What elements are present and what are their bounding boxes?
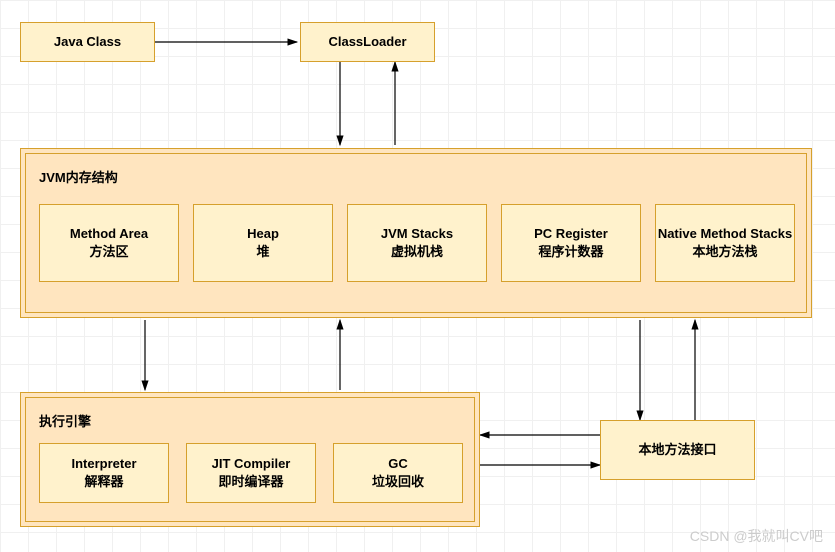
node-gc: GC 垃圾回收 — [333, 443, 463, 503]
jvm-memory-title: JVM内存结构 — [39, 167, 118, 186]
node-native-stacks: Native Method Stacks 本地方法栈 — [655, 204, 795, 282]
node-java-class: Java Class — [20, 22, 155, 62]
native-interface-label: 本地方法接口 — [638, 441, 716, 459]
jit-en: JIT Compiler — [212, 455, 291, 473]
node-pc-register: PC Register 程序计数器 — [501, 204, 641, 282]
container-jvm-memory: JVM内存结构 Method Area 方法区 Heap 堆 JVM Stack… — [20, 148, 812, 318]
pc-register-en: PC Register — [534, 225, 608, 243]
native-stacks-en: Native Method Stacks — [658, 225, 792, 243]
jit-zh: 即时编译器 — [218, 473, 283, 491]
node-jvm-stacks: JVM Stacks 虚拟机栈 — [347, 204, 487, 282]
heap-en: Heap — [247, 225, 279, 243]
engine-title: 执行引擎 — [39, 411, 91, 430]
method-area-zh: 方法区 — [89, 243, 128, 261]
jvm-stacks-en: JVM Stacks — [381, 225, 453, 243]
interpreter-zh: 解释器 — [84, 473, 123, 491]
jvm-stacks-zh: 虚拟机栈 — [391, 243, 443, 261]
node-classloader: ClassLoader — [300, 22, 435, 62]
java-class-label: Java Class — [54, 33, 121, 51]
pc-register-zh: 程序计数器 — [538, 243, 603, 261]
node-jit: JIT Compiler 即时编译器 — [186, 443, 316, 503]
container-execution-engine: 执行引擎 Interpreter 解释器 JIT Compiler 即时编译器 … — [20, 392, 480, 527]
watermark: CSDN @我就叫CV吧 — [690, 526, 823, 546]
native-stacks-zh: 本地方法栈 — [692, 243, 757, 261]
classloader-label: ClassLoader — [328, 33, 406, 51]
node-method-area: Method Area 方法区 — [39, 204, 179, 282]
heap-zh: 堆 — [256, 243, 269, 261]
node-heap: Heap 堆 — [193, 204, 333, 282]
gc-zh: 垃圾回收 — [372, 473, 424, 491]
node-interpreter: Interpreter 解释器 — [39, 443, 169, 503]
node-native-interface: 本地方法接口 — [600, 420, 755, 480]
method-area-en: Method Area — [70, 225, 148, 243]
interpreter-en: Interpreter — [71, 455, 136, 473]
gc-en: GC — [388, 455, 408, 473]
